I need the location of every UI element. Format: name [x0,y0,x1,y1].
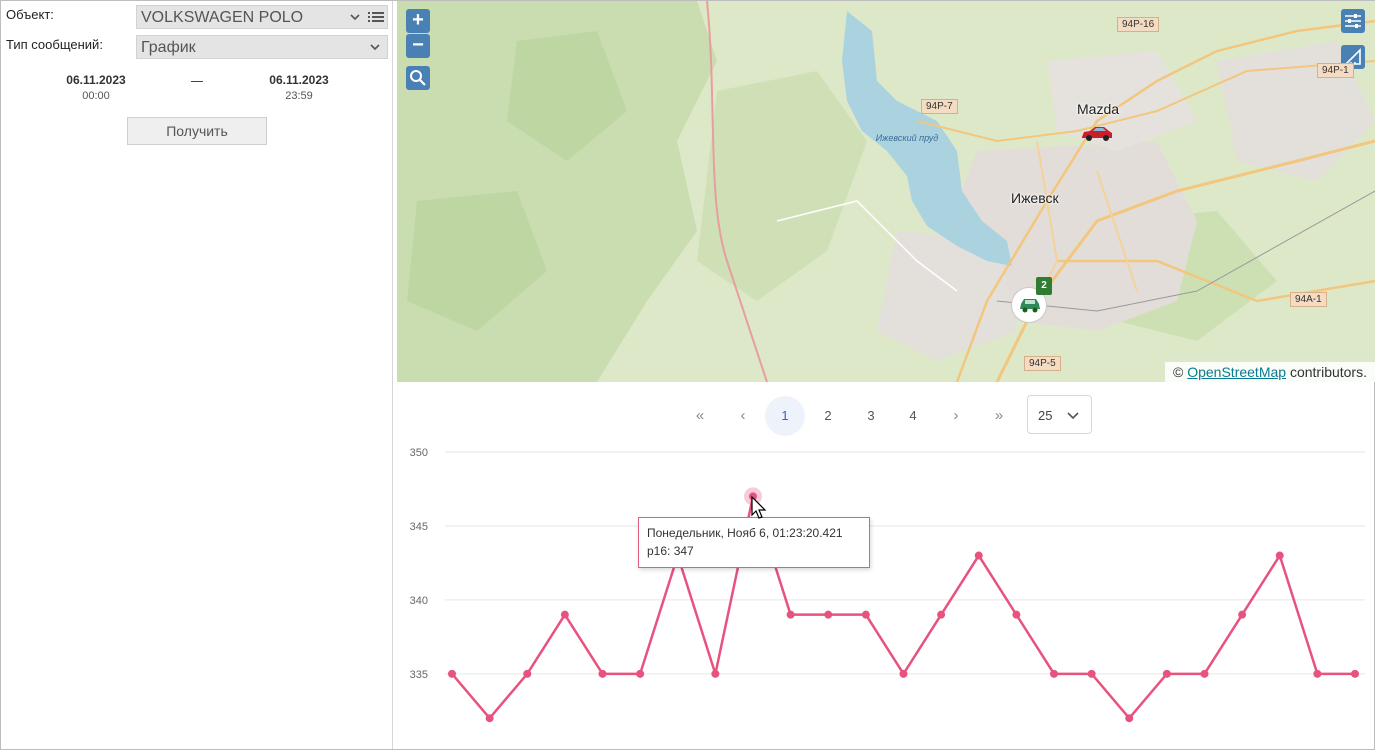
get-button[interactable]: Получить [127,117,267,145]
zoom-in-icon: + [412,9,424,31]
data-point[interactable] [1125,714,1134,723]
chart-tooltip: Понедельник, Нояб 6, 01:23:20.421 p16: 3… [638,517,870,568]
data-point[interactable] [937,610,946,619]
attribution-suffix: contributors. [1289,364,1367,380]
map-view[interactable]: + − 94Р-16 94Р-7 94Р-1 94А-1 94Р-5 Ижевс… [397,1,1375,382]
series-line-p16 [451,495,1355,720]
data-point[interactable] [448,669,456,678]
cluster-count-badge: 2 [1036,277,1052,295]
attribution-copyright: © [1173,364,1184,380]
message-type-select[interactable]: График [136,35,388,59]
data-point[interactable] [485,714,494,723]
data-point[interactable] [899,669,908,678]
data-point[interactable] [1087,669,1096,678]
data-point[interactable] [1200,669,1209,678]
map-settings-button[interactable] [1341,9,1365,33]
page-1-button[interactable]: 1 [765,396,805,436]
pagination: « ‹ 1 2 3 4 › » 25 [397,393,1375,437]
list-icon[interactable] [368,10,384,24]
y-tick-label: 345 [410,521,428,533]
data-point[interactable] [861,610,870,619]
filter-panel: Объект: VOLKSWAGEN POLO Тип сообщений: Г… [1,1,393,749]
data-point[interactable] [974,551,983,560]
chevron-down-icon [370,44,380,51]
settings-sliders-icon [1345,14,1361,28]
mouse-cursor-icon [751,495,767,519]
data-point[interactable] [1012,610,1021,619]
road-label-94r16: 94Р-16 [1117,17,1160,32]
zoom-out-icon: − [412,34,424,56]
page-4-button[interactable]: 4 [893,396,933,436]
data-point[interactable] [598,669,607,678]
road-label-94r5: 94Р-5 [1024,356,1061,371]
date-from-date: 06.11.2023 [66,73,126,87]
prev-page-button[interactable]: ‹ [723,396,763,436]
object-label: Объект: [6,7,54,22]
message-type-value: График [141,39,196,56]
first-page-button[interactable]: « [680,396,720,436]
next-page-button[interactable]: › [936,396,976,436]
search-icon [410,70,426,86]
data-point[interactable] [824,610,833,619]
road-label-94a1: 94А-1 [1290,292,1327,307]
car-icon[interactable] [1080,125,1114,143]
data-point[interactable] [1238,610,1247,619]
vehicle-label: Mazda [1077,101,1120,117]
object-select[interactable]: VOLKSWAGEN POLO [136,5,388,29]
chevron-down-icon [1067,412,1079,420]
map-search-button[interactable] [406,66,430,90]
city-label: Ижевск [1011,190,1059,206]
data-point[interactable] [1275,551,1284,560]
page-3-button[interactable]: 3 [851,396,891,436]
date-to[interactable]: 06.11.2023 23:59 [254,73,344,102]
tooltip-datetime: Понедельник, Нояб 6, 01:23:20.421 [647,526,843,540]
date-to-date: 06.11.2023 [269,73,329,87]
data-point[interactable] [560,610,569,619]
app-window: Объект: VOLKSWAGEN POLO Тип сообщений: Г… [0,0,1375,750]
page-size-value: 25 [1038,408,1053,423]
road-label-94r7: 94Р-7 [921,99,958,114]
map-attribution: © OpenStreetMap contributors. [1165,362,1375,382]
tooltip-value: p16: 347 [647,544,694,558]
map-tiles [397,1,1375,382]
date-from[interactable]: 06.11.2023 00:00 [51,73,141,102]
lake-label: Ижевский пруд [875,133,939,143]
y-tick-label: 335 [410,669,428,681]
last-page-button[interactable]: » [979,396,1019,436]
chevron-down-icon [350,14,360,21]
zoom-in-button[interactable]: + [406,9,430,33]
data-point[interactable] [1351,669,1359,678]
zoom-out-button[interactable]: − [406,34,430,58]
data-point[interactable] [636,669,645,678]
date-range-separator [191,81,203,82]
object-value: VOLKSWAGEN POLO [141,9,304,26]
y-tick-label: 350 [410,447,428,459]
data-point[interactable] [786,610,795,619]
data-point[interactable] [1162,669,1171,678]
osm-link[interactable]: OpenStreetMap [1187,364,1286,380]
message-type-label: Тип сообщений: [6,37,103,52]
road-label-94r1: 94Р-1 [1317,63,1354,78]
date-to-time: 23:59 [285,90,313,102]
y-tick-label: 340 [410,595,428,607]
data-point[interactable] [711,669,720,678]
page-size-select[interactable]: 25 [1027,395,1092,434]
data-point[interactable] [523,669,532,678]
page-2-button[interactable]: 2 [808,396,848,436]
date-from-time: 00:00 [82,90,110,102]
car-icon [1020,299,1040,313]
data-point[interactable] [1050,669,1058,678]
data-point[interactable] [1313,669,1322,678]
line-chart[interactable]: 335 340 345 350 [397,441,1375,749]
